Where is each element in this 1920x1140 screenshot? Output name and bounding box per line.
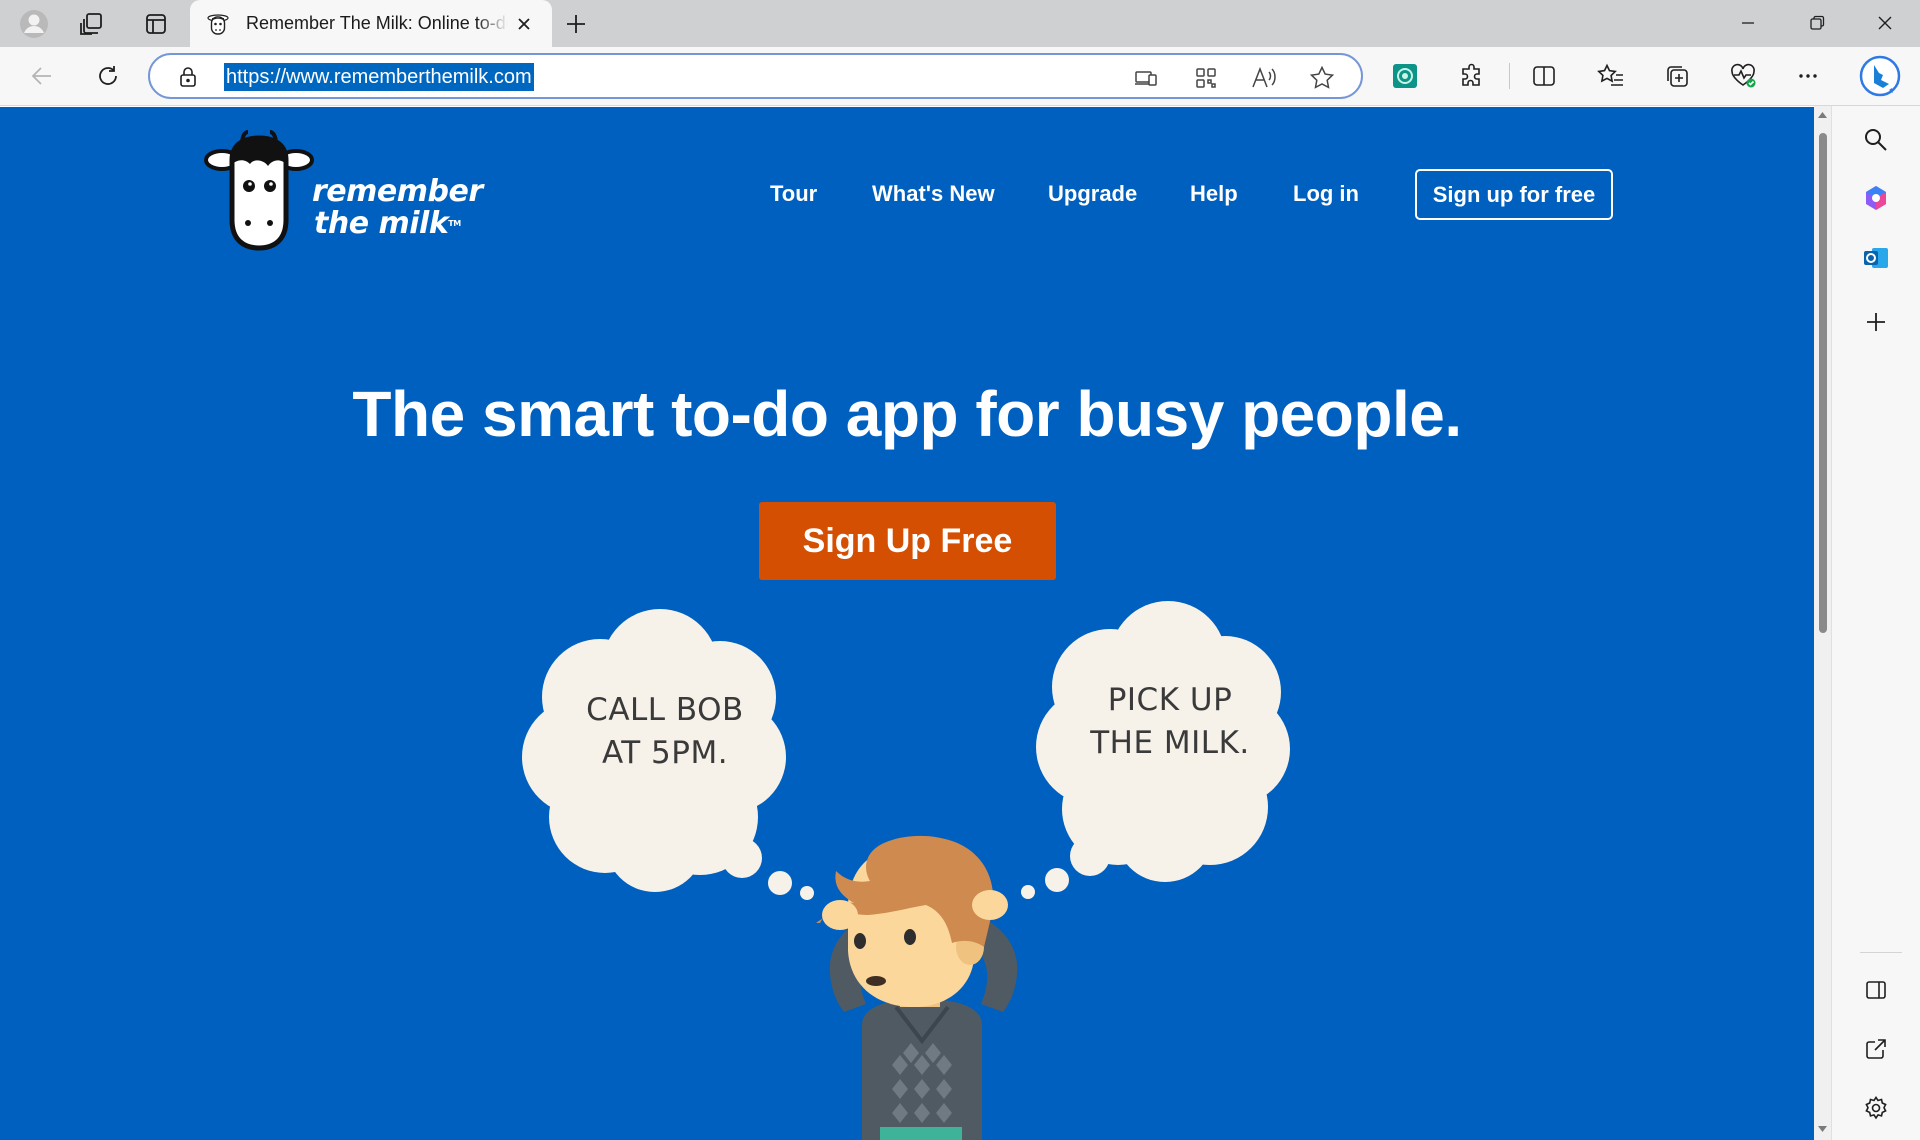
more-icon[interactable]: [1790, 58, 1826, 94]
collections-icon[interactable]: [1659, 58, 1695, 94]
toolbar-separator: [1509, 63, 1510, 89]
left-bubble-line-2: AT 5PM.: [601, 735, 729, 771]
outlook-icon[interactable]: [1858, 240, 1894, 276]
workspaces-icon[interactable]: [76, 8, 108, 40]
copilot-app-icon[interactable]: [1858, 180, 1894, 216]
lock-icon[interactable]: [176, 65, 200, 89]
settings-icon[interactable]: [1858, 1090, 1894, 1126]
right-bubble-text: PICK UP THE MILK.: [1050, 679, 1290, 765]
right-bubble-line-2: THE MILK.: [1090, 725, 1250, 761]
sidebar-separator: [1860, 952, 1902, 953]
tab-strip: Remember The Milk: Online to-do list and…: [0, 0, 1920, 47]
edge-sidebar: [1831, 106, 1920, 1140]
rtm-favicon-icon: [206, 12, 230, 36]
read-aloud-icon[interactable]: [1250, 64, 1278, 92]
close-tab-icon[interactable]: [512, 12, 536, 36]
tab-title: Remember The Milk: Online to-do list and…: [246, 13, 508, 33]
search-icon[interactable]: [1858, 122, 1894, 158]
add-icon[interactable]: [1858, 304, 1894, 340]
hero-illustration: [522, 601, 1290, 1140]
back-icon[interactable]: [24, 58, 60, 94]
browser-essentials-icon[interactable]: [1725, 58, 1761, 94]
left-bubble-line-1: CALL BOB: [586, 692, 744, 728]
qr-code-icon[interactable]: [1192, 64, 1220, 92]
extensions-puzzle-icon[interactable]: [1454, 58, 1490, 94]
left-bubble-text: CALL BOB AT 5PM.: [545, 689, 785, 775]
active-tab[interactable]: Remember The Milk: Online to-do list and…: [190, 0, 552, 47]
restore-icon[interactable]: [1789, 4, 1845, 42]
minimize-icon[interactable]: [1720, 4, 1776, 42]
bing-copilot-icon[interactable]: [1858, 54, 1902, 98]
url-text[interactable]: https://www.rememberthemilk.com: [224, 63, 534, 91]
close-window-icon[interactable]: [1857, 4, 1913, 42]
hide-sidebar-icon[interactable]: [1858, 972, 1894, 1008]
favorite-star-icon[interactable]: [1308, 64, 1336, 92]
scroll-thumb[interactable]: [1819, 133, 1827, 633]
right-bubble-line-1: PICK UP: [1107, 682, 1233, 718]
open-external-icon[interactable]: [1858, 1031, 1894, 1067]
scroll-up-icon[interactable]: [1817, 110, 1828, 120]
profile-icon[interactable]: [18, 8, 50, 40]
page-scrollbar[interactable]: [1814, 106, 1831, 1140]
extension-icon[interactable]: [1387, 58, 1423, 94]
address-bar[interactable]: https://www.rememberthemilk.com: [148, 53, 1363, 99]
web-page: remember the milkTM Tour What's New Upgr…: [0, 107, 1814, 1140]
scroll-down-icon[interactable]: [1817, 1124, 1828, 1134]
thinking-person: [816, 835, 1018, 1140]
app-available-icon[interactable]: [1132, 64, 1160, 92]
browser-toolbar: https://www.rememberthemilk.com: [0, 47, 1920, 106]
refresh-icon[interactable]: [90, 58, 126, 94]
tab-actions-icon[interactable]: [140, 8, 172, 40]
new-tab-icon[interactable]: [560, 8, 592, 40]
favorites-icon[interactable]: [1593, 58, 1629, 94]
split-screen-icon[interactable]: [1526, 58, 1562, 94]
